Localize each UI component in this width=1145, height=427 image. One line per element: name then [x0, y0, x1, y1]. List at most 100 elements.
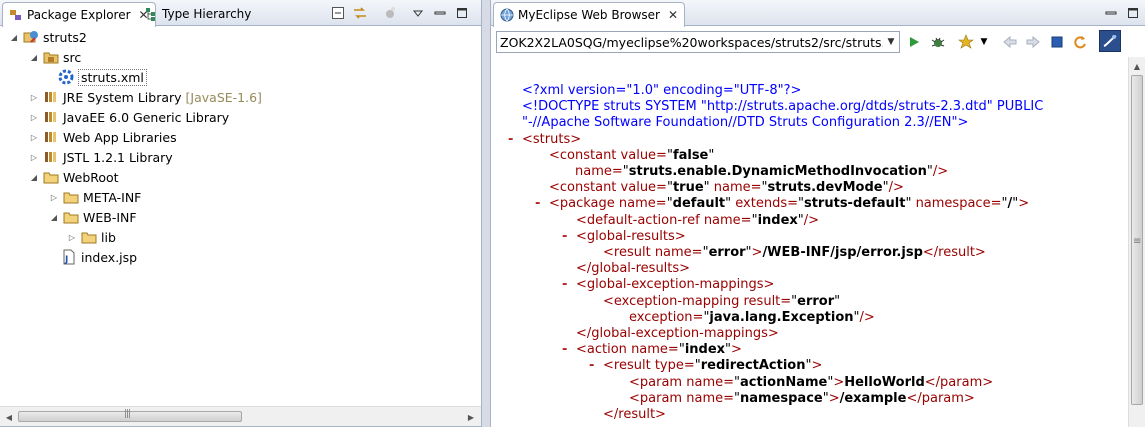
link-with-editor-icon[interactable] — [352, 5, 368, 21]
tab-package-explorer[interactable]: Package Explorer ✕ — [2, 2, 156, 27]
package-line[interactable]: - <package name="default" extends="strut… — [535, 196, 1029, 212]
scroll-right-icon[interactable]: ▶ — [465, 411, 477, 423]
tree-item-index-jsp[interactable]: J index.jsp — [61, 247, 137, 267]
stop-icon[interactable] — [1048, 33, 1066, 51]
expanded-twisty-icon[interactable]: ◢ — [28, 171, 40, 183]
xml-declaration-line: <?xml version="1.0" encoding="UTF-8"?> — [522, 83, 801, 99]
tree-item-struts-xml[interactable]: struts.xml — [58, 67, 147, 87]
favorites-icon[interactable] — [957, 33, 975, 51]
xml-text: <exception-mapping — [603, 294, 740, 309]
minimize-icon[interactable] — [1103, 5, 1119, 21]
result-redirect-line[interactable]: - <result type="redirectAction"> — [589, 358, 822, 374]
expanded-twisty-icon[interactable]: ◢ — [8, 31, 20, 43]
folder-icon — [43, 169, 59, 185]
collapsed-twisty-icon[interactable]: ▷ — [28, 131, 40, 143]
tree-item-web-inf[interactable]: ◢ WEB-INF — [48, 207, 137, 227]
tree-item-javaee-library[interactable]: ▷ JavaEE 6.0 Generic Library — [28, 107, 229, 127]
collapsed-twisty-icon[interactable]: ▷ — [28, 91, 40, 103]
jre-version-decoration: [JavaSE-1.6] — [185, 89, 262, 105]
collapse-toggle[interactable]: - — [562, 342, 567, 358]
collapsed-twisty-icon[interactable]: ▷ — [28, 111, 40, 123]
xml-text: /> — [859, 310, 875, 325]
collapsed-twisty-icon[interactable]: ▷ — [48, 191, 60, 203]
scroll-left-icon[interactable]: ◀ — [3, 411, 15, 423]
collapse-all-icon[interactable] — [330, 5, 346, 21]
tree-label: index.jsp — [81, 249, 138, 265]
xml-text: <param — [629, 391, 683, 406]
tab-web-browser[interactable]: MyEclipse Web Browser ✕ — [493, 2, 686, 27]
xml-text: <constant — [549, 180, 617, 195]
tree-item-src[interactable]: ◢ src — [28, 47, 81, 67]
library-icon — [43, 129, 59, 145]
forward-icon[interactable] — [1024, 33, 1042, 51]
xml-text: </global-results> — [576, 261, 691, 276]
global-exception-mappings-open-line[interactable]: - <global-exception-mappings> — [562, 277, 774, 293]
xml-text: namespace= — [915, 196, 1002, 211]
result-error-line: <result name="error">/WEB-INF/jsp/error.… — [603, 245, 986, 261]
project-tree: ◢ struts2 ◢ src struts.xml ▷ JRE System … — [0, 27, 481, 406]
tree-label: WebRoot — [63, 169, 119, 185]
tab-label: Type Hierarchy — [162, 7, 252, 21]
svg-text:J: J — [64, 255, 68, 265]
view-toolbar — [330, 5, 470, 21]
close-icon[interactable]: ✕ — [668, 8, 678, 22]
xml-text: /> — [803, 213, 820, 228]
collapsed-twisty-icon[interactable]: ▷ — [66, 231, 78, 243]
action-open-line[interactable]: - <action name="index"> — [562, 342, 742, 358]
xml-text: /WEB-INF/jsp/error.jsp — [762, 245, 923, 260]
refresh-icon[interactable] — [1071, 33, 1089, 51]
xml-text: java.lang.Exception — [709, 310, 854, 325]
scroll-up-icon[interactable]: ▲ — [1131, 60, 1143, 72]
xml-text: > — [811, 358, 823, 373]
xml-text: " — [834, 294, 841, 309]
xml-text: <package — [549, 196, 615, 211]
xml-text: true — [672, 180, 704, 195]
scrollbar-thumb[interactable] — [1131, 75, 1143, 405]
focus-icon[interactable] — [382, 5, 398, 21]
horizontal-scrollbar[interactable]: ◀ ▶ — [0, 406, 481, 426]
tree-item-jre-system-library[interactable]: ▷ JRE System Library [JavaSE-1.6] — [28, 87, 262, 107]
xml-text: <global-results> — [576, 229, 686, 244]
url-combo[interactable]: ZOK2X2LA0SQG/myeclipse%20workspaces/stru… — [496, 31, 900, 53]
debug-icon[interactable] — [929, 33, 947, 51]
view-menu-icon[interactable] — [410, 5, 426, 21]
collapse-toggle[interactable]: - — [535, 196, 540, 212]
maximize-icon[interactable] — [1125, 5, 1141, 21]
tree-item-struts2[interactable]: ◢ struts2 — [8, 27, 87, 47]
xml-text: <action — [576, 342, 627, 357]
scrollbar-thumb[interactable] — [18, 409, 242, 422]
minimize-icon[interactable] — [432, 5, 448, 21]
browser-preferences-icon[interactable] — [1099, 30, 1121, 52]
xml-text: error — [797, 294, 835, 309]
web-project-icon — [23, 29, 39, 45]
tree-item-meta-inf[interactable]: ▷ META-INF — [48, 187, 141, 207]
url-dropdown-icon[interactable]: ▼ — [883, 37, 899, 47]
global-results-open-line[interactable]: - <global-results> — [562, 229, 686, 245]
tree-item-lib[interactable]: ▷ lib — [66, 227, 116, 247]
tree-item-web-app-libraries[interactable]: ▷ Web App Libraries — [28, 127, 177, 147]
maximize-icon[interactable] — [454, 5, 470, 21]
collapse-toggle[interactable]: - — [562, 229, 567, 245]
tree-item-webroot[interactable]: ◢ WebRoot — [28, 167, 119, 187]
struts-open-line[interactable]: - <struts> — [508, 132, 581, 148]
collapse-toggle[interactable]: - — [589, 358, 594, 374]
xml-text: name= — [686, 391, 734, 406]
collapse-toggle[interactable]: - — [508, 132, 513, 148]
browser-view-buttons — [1103, 5, 1141, 21]
tab-type-hierarchy[interactable]: Type Hierarchy — [138, 2, 257, 26]
expanded-twisty-icon[interactable]: ◢ — [28, 51, 40, 63]
tree-item-jstl-library[interactable]: ▷ JSTL 1.2.1 Library — [28, 147, 173, 167]
url-field[interactable]: ZOK2X2LA0SQG/myeclipse%20workspaces/stru… — [497, 35, 883, 50]
xml-text: </global-exception-mappings> — [576, 326, 779, 341]
xml-text: > — [833, 375, 845, 390]
xml-text: false — [672, 148, 709, 163]
collapsed-twisty-icon[interactable]: ▷ — [28, 151, 40, 163]
favorites-dropdown-icon[interactable]: ▼ — [975, 33, 993, 51]
expanded-twisty-icon[interactable]: ◢ — [48, 211, 60, 223]
struts-xml-icon — [58, 69, 74, 85]
back-icon[interactable] — [1001, 33, 1019, 51]
exception-mapping-line: <exception-mapping result="error" — [603, 294, 840, 310]
collapse-toggle[interactable]: - — [562, 277, 567, 293]
vertical-scrollbar[interactable]: ▲ — [1128, 57, 1145, 427]
go-icon[interactable] — [905, 33, 923, 51]
